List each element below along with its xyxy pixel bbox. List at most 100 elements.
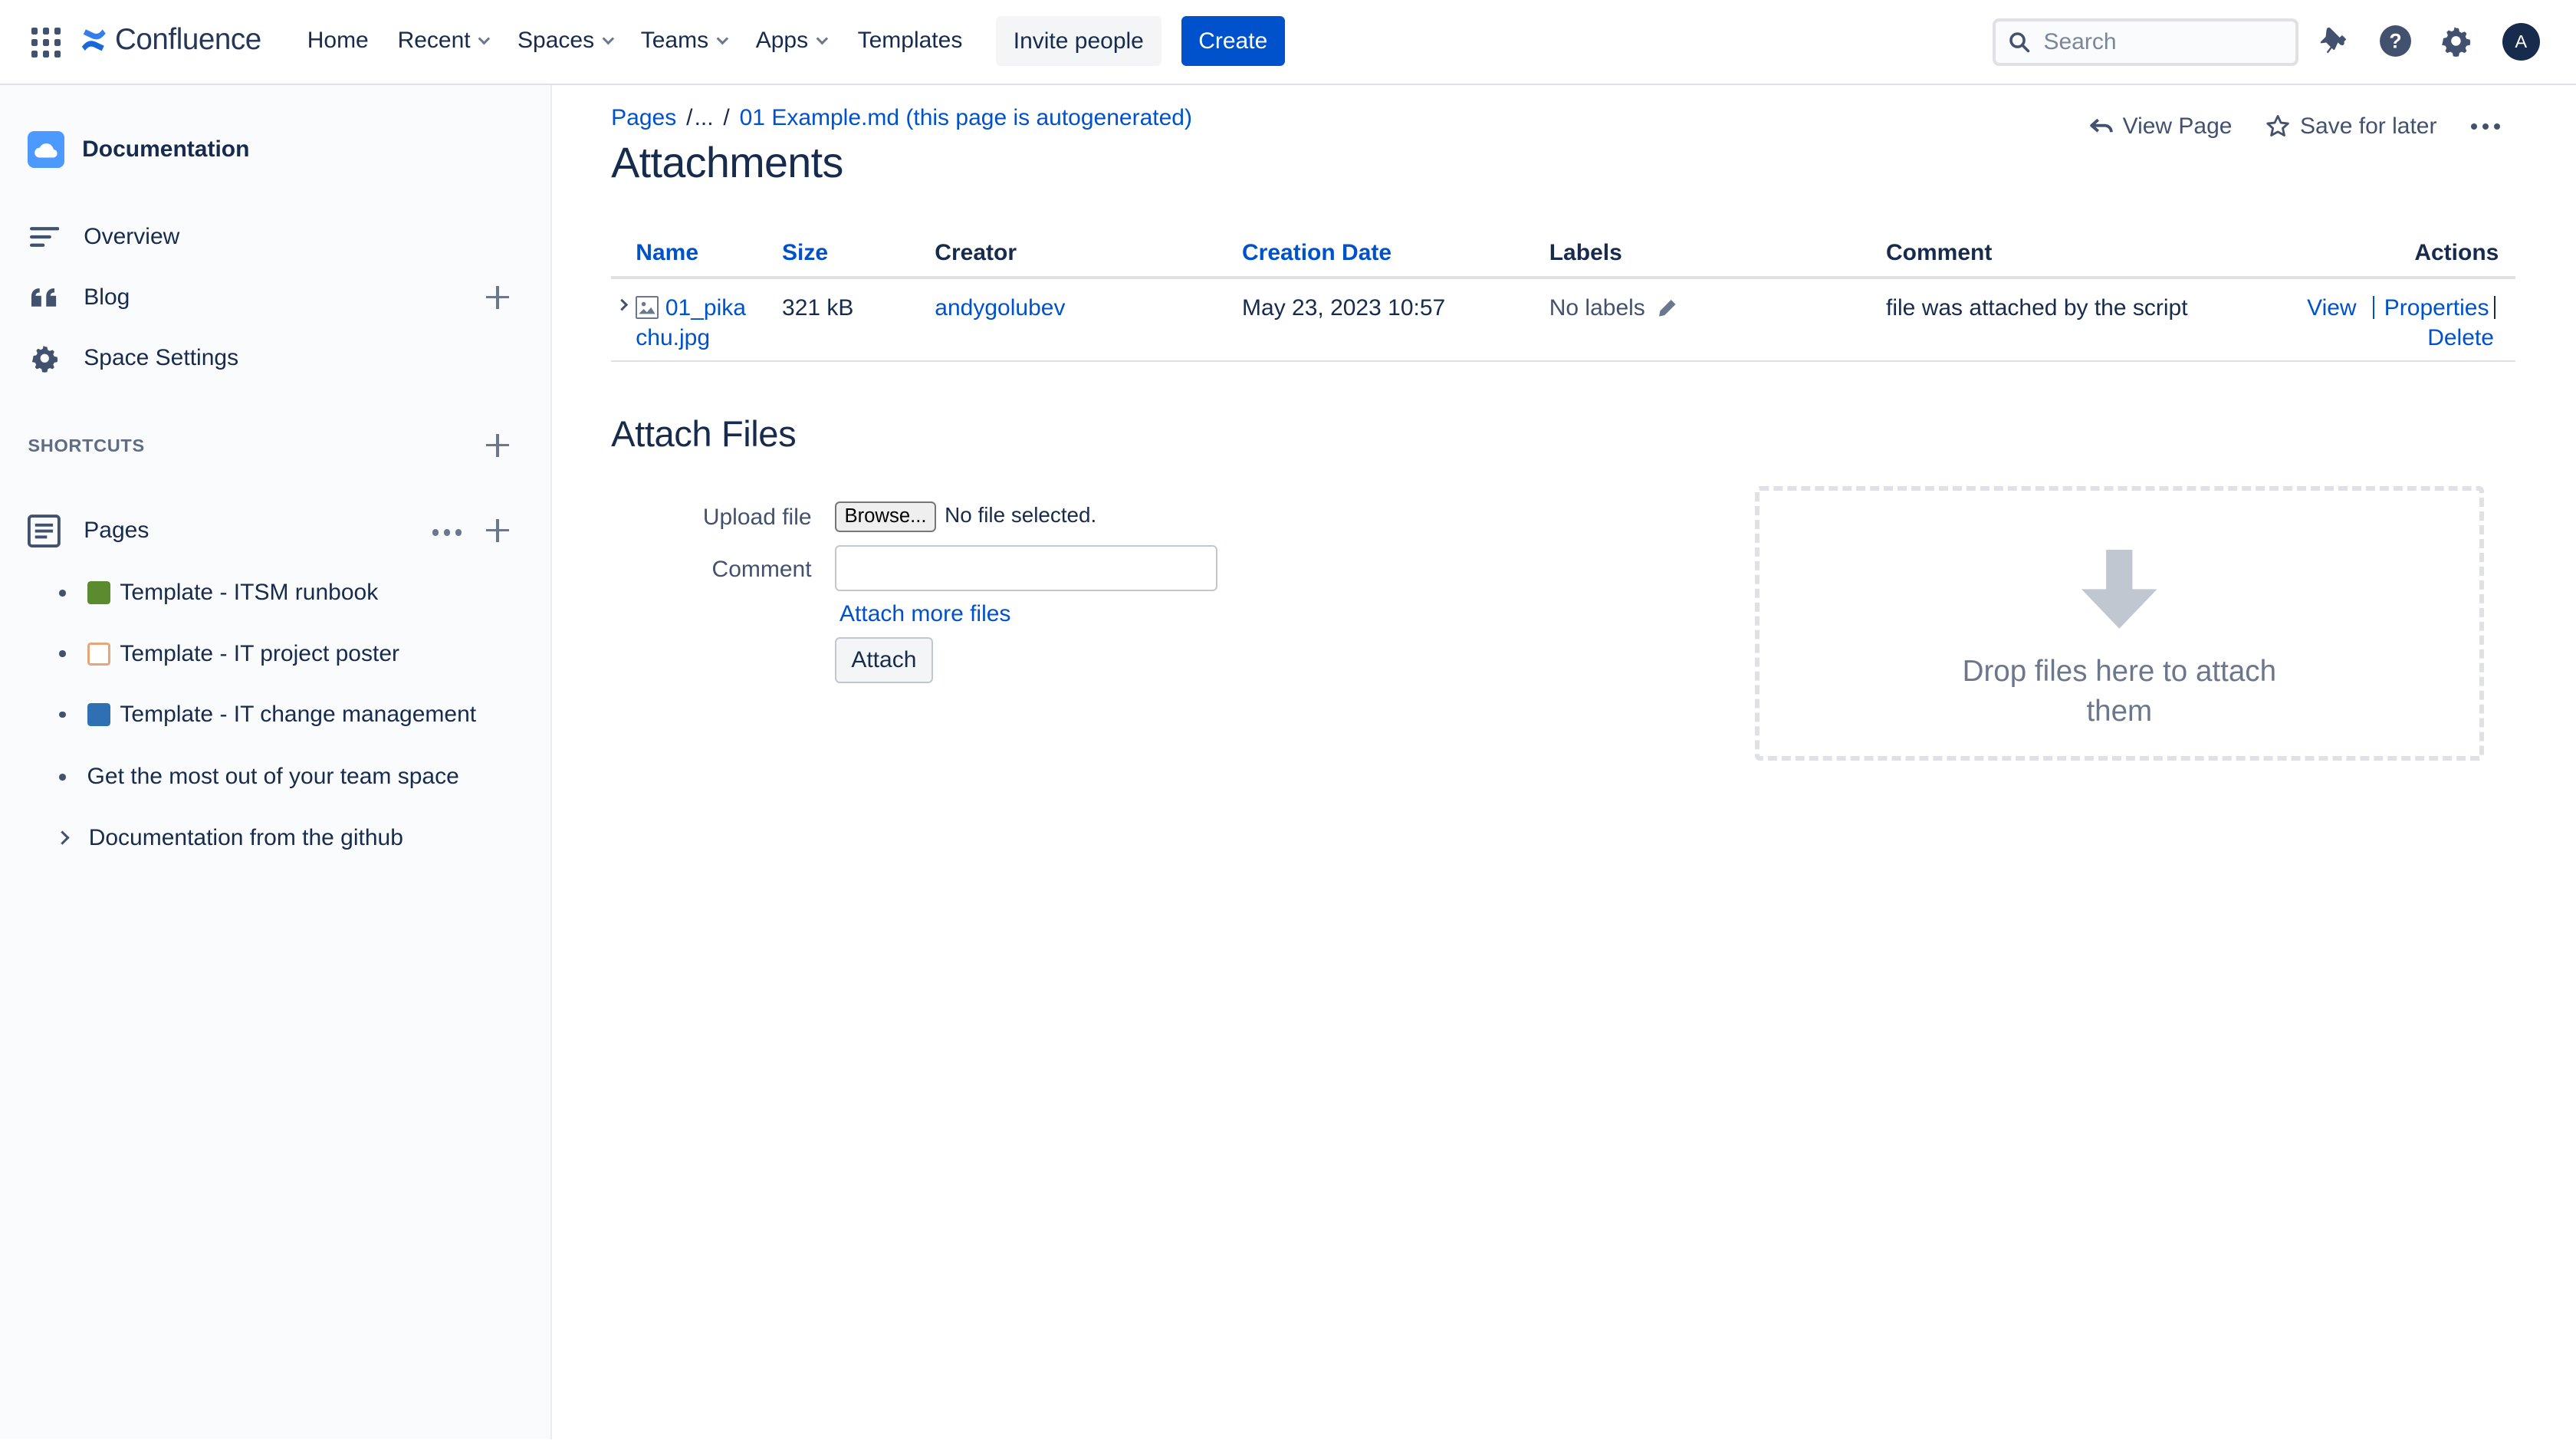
nav-teams[interactable]: Teams xyxy=(640,28,728,54)
page-tree-label: Get the most out of your team space xyxy=(87,764,459,790)
download-arrow-icon xyxy=(2082,550,2157,630)
search-input[interactable] xyxy=(2043,28,2274,55)
add-blog-icon[interactable] xyxy=(486,285,510,309)
attach-more-files-link[interactable]: Attach more files xyxy=(840,601,1010,627)
chevron-right-icon[interactable] xyxy=(55,830,70,845)
comment-field[interactable] xyxy=(834,545,1217,592)
image-file-icon xyxy=(636,295,659,319)
sidebar-item-overview[interactable]: Overview xyxy=(28,220,179,253)
column-header-size[interactable]: Size xyxy=(782,230,935,280)
save-for-later-label: Save for later xyxy=(2300,113,2437,139)
search-box[interactable] xyxy=(1993,18,2298,66)
space-header[interactable]: Documentation xyxy=(28,131,250,168)
shortcuts-heading: SHORTCUTS xyxy=(28,435,145,455)
settings-icon[interactable] xyxy=(2438,23,2474,59)
bullet-icon xyxy=(59,711,66,718)
notifications-icon[interactable] xyxy=(2316,23,2352,59)
attach-button[interactable]: Attach xyxy=(834,637,934,684)
add-shortcut-icon[interactable] xyxy=(486,433,510,457)
attachment-creator-cell: andygolubev xyxy=(935,278,1243,363)
chevron-down-icon xyxy=(478,32,491,44)
app-switcher-icon[interactable] xyxy=(31,28,61,58)
delete-link[interactable]: Delete xyxy=(2427,325,2494,350)
breadcrumb-separator: / xyxy=(686,105,693,131)
view-page-button[interactable]: View Page xyxy=(2089,113,2233,140)
column-header-creation-date[interactable]: Creation Date xyxy=(1242,230,1549,280)
page-tree-item[interactable]: Template - ITSM runbook xyxy=(59,580,378,606)
nav-spaces-label: Spaces xyxy=(518,28,595,54)
chevron-down-icon xyxy=(816,32,828,44)
expand-chevron-icon[interactable] xyxy=(616,298,628,311)
nav-apps-label: Apps xyxy=(755,28,809,54)
attachment-size: 321 kB xyxy=(782,278,935,363)
nav-spaces[interactable]: Spaces xyxy=(518,28,614,54)
green-book-emoji-icon xyxy=(87,581,110,605)
edit-pencil-icon[interactable] xyxy=(1658,299,1677,317)
page-tree-item[interactable]: Documentation from the github xyxy=(55,824,403,851)
invite-people-button[interactable]: Invite people xyxy=(995,16,1162,66)
space-cloud-icon xyxy=(28,131,64,168)
star-icon xyxy=(2266,114,2289,136)
breadcrumb-ellipsis[interactable]: ... xyxy=(695,105,714,131)
attachment-comment: file was attached by the script xyxy=(1886,278,2302,363)
user-avatar[interactable]: A xyxy=(2502,23,2540,61)
action-divider xyxy=(2372,295,2374,319)
page-tree-item[interactable]: Template - IT project poster xyxy=(59,641,399,667)
action-divider xyxy=(2493,295,2496,319)
more-actions-icon[interactable] xyxy=(2470,123,2501,130)
nav-apps[interactable]: Apps xyxy=(755,28,828,54)
gear-icon xyxy=(28,342,61,375)
column-header-actions: Actions xyxy=(2302,230,2515,280)
page-tree-item[interactable]: Get the most out of your team space xyxy=(59,764,459,790)
sidebar: Documentation Overview Blog Space Settin… xyxy=(0,85,552,1440)
pages-more-icon[interactable] xyxy=(432,529,462,536)
nav-home[interactable]: Home xyxy=(307,28,369,54)
breadcrumb-current-page[interactable]: 01 Example.md (this page is autogenerate… xyxy=(740,105,1192,131)
creator-link[interactable]: andygolubev xyxy=(935,295,1065,321)
column-header-creator: Creator xyxy=(935,230,1243,280)
nav-templates[interactable]: Templates xyxy=(858,28,963,54)
breadcrumb-separator: / xyxy=(723,105,730,131)
sidebar-item-label: Pages xyxy=(84,518,150,544)
sidebar-item-pages[interactable]: Pages xyxy=(28,514,150,547)
sidebar-item-label: Space Settings xyxy=(84,345,239,371)
properties-link[interactable]: Properties xyxy=(2384,295,2489,321)
search-icon xyxy=(2009,31,2030,52)
create-button[interactable]: Create xyxy=(1181,16,1285,66)
clipboard-emoji-icon xyxy=(87,642,110,666)
drop-files-text: Drop files here to attach them xyxy=(1962,655,2277,728)
column-header-comment: Comment xyxy=(1886,230,2302,280)
help-icon[interactable]: ? xyxy=(2377,23,2413,59)
attachment-name-link-line2[interactable]: chu.jpg xyxy=(636,325,710,350)
sidebar-item-blog[interactable]: Blog xyxy=(28,281,130,314)
svg-text:?: ? xyxy=(2389,30,2401,53)
space-name: Documentation xyxy=(82,136,250,162)
sidebar-item-space-settings[interactable]: Space Settings xyxy=(28,342,238,375)
page-tree-item[interactable]: Template - IT change management xyxy=(59,702,476,728)
bullet-icon xyxy=(59,590,66,597)
page-tree-label: Template - ITSM runbook xyxy=(120,580,379,606)
nav-recent-label: Recent xyxy=(397,28,471,54)
view-attachment-link[interactable]: View xyxy=(2307,295,2356,321)
column-header-name[interactable]: Name xyxy=(611,230,783,280)
nav-home-label: Home xyxy=(307,28,369,54)
save-for-later-button[interactable]: Save for later xyxy=(2266,113,2436,140)
confluence-logo[interactable]: Confluence xyxy=(79,23,261,57)
overview-icon xyxy=(28,220,61,253)
page-title: Attachments xyxy=(611,139,843,186)
attachment-name-link-line1[interactable]: 01_pika xyxy=(665,295,746,321)
chevron-down-icon xyxy=(716,32,728,44)
logo-text: Confluence xyxy=(114,23,261,56)
breadcrumb-pages[interactable]: Pages xyxy=(611,105,676,131)
back-arrow-icon xyxy=(2089,118,2113,133)
attachments-table: Name Size Creator Creation Date Labels C… xyxy=(611,230,2515,363)
add-page-icon[interactable] xyxy=(486,519,510,543)
nav-teams-label: Teams xyxy=(640,28,709,54)
table-row: 01_pika chu.jpg 321 kB andygolubev May 2… xyxy=(611,278,2515,363)
upload-file-label: Upload file xyxy=(702,504,812,530)
comment-label: Comment xyxy=(711,557,812,583)
file-drop-zone[interactable]: Drop files here to attach them xyxy=(1754,486,2485,761)
nav-recent[interactable]: Recent xyxy=(397,28,491,54)
browse-button[interactable]: Browse... xyxy=(834,501,937,533)
page-tree-label: Documentation from the github xyxy=(88,824,403,850)
